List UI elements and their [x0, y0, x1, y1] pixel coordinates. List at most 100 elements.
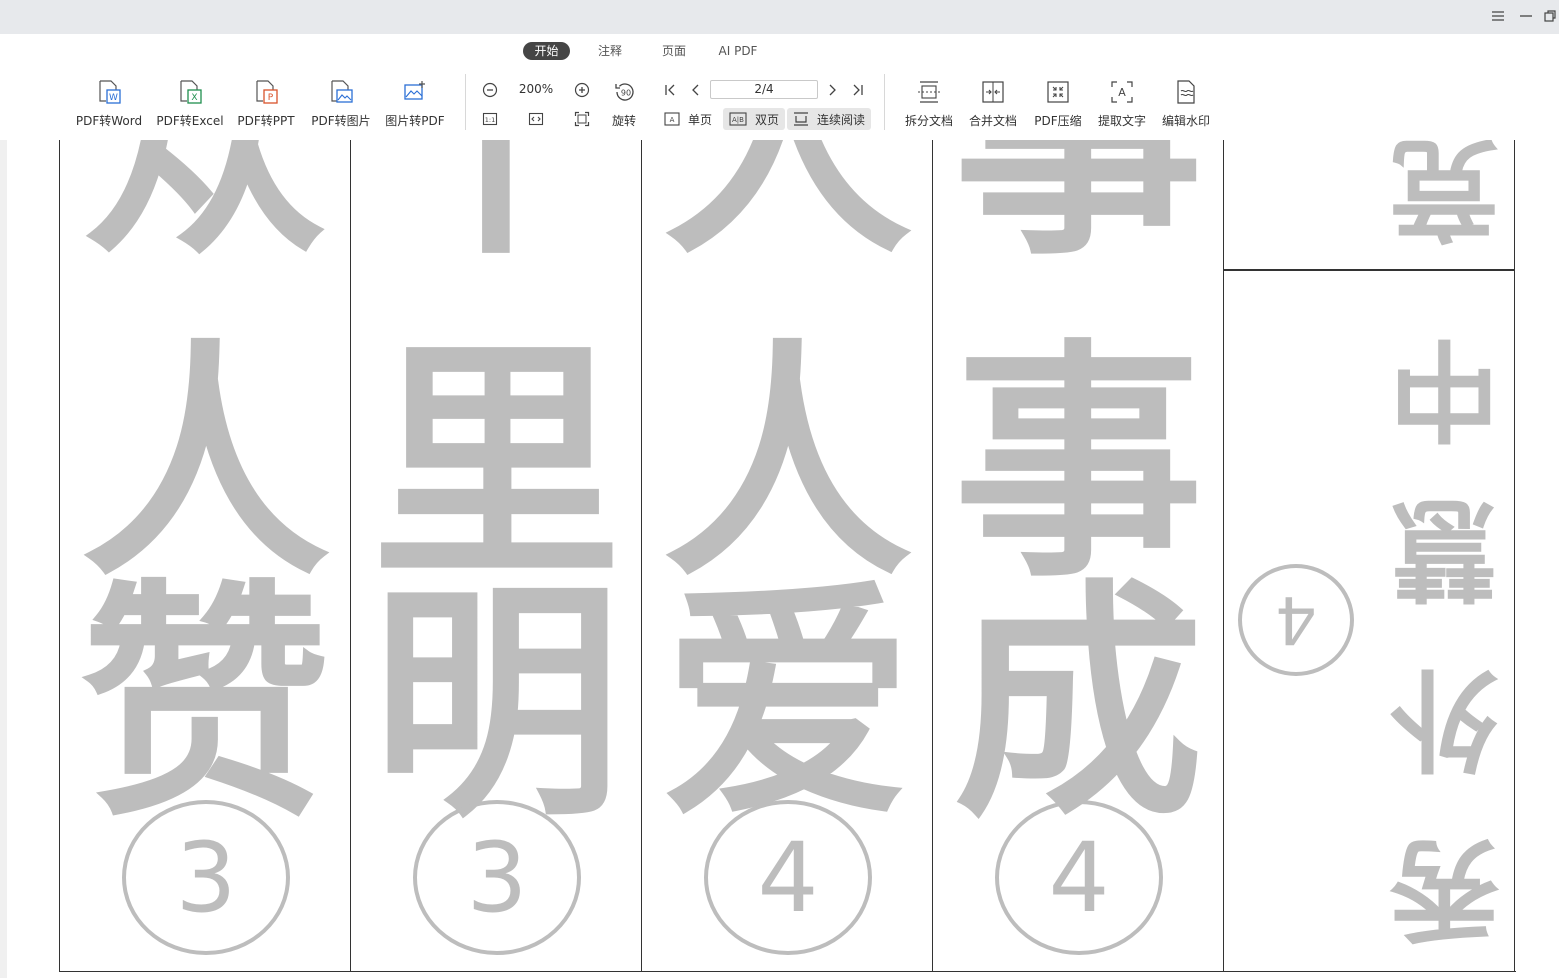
character-glyph: 中	[1389, 324, 1499, 452]
character-glyph: 爱	[662, 559, 913, 850]
character-glyph: 竞	[1389, 140, 1499, 252]
grid-column-rotated: 竞 秀 外 慧 中 4	[1224, 140, 1515, 972]
fit-page-icon[interactable]	[573, 110, 591, 128]
svg-text:1:1: 1:1	[485, 116, 495, 124]
character-glyph: 千	[371, 140, 622, 288]
pdf-to-ppt-label: PDF转PPT	[237, 114, 295, 128]
pdf-compress-icon	[1044, 78, 1072, 106]
character-glyph: 成	[953, 559, 1204, 850]
title-bar	[0, 0, 1559, 34]
zoom-level[interactable]: 200%	[510, 81, 562, 97]
rotated-glyph-top: 竞	[1384, 140, 1504, 252]
character-glyph: 明	[371, 559, 622, 850]
next-page-icon[interactable]	[824, 81, 840, 99]
menu-icon[interactable]	[1486, 5, 1510, 27]
grid-column: 事 事 成 4	[933, 140, 1224, 972]
page-number-input[interactable]: 2/4	[710, 80, 818, 99]
rotated-number-wrap: 4	[1238, 564, 1354, 676]
toolbar-separator	[884, 74, 885, 130]
split-document-button[interactable]: 拆分文档	[903, 78, 955, 130]
tab-start[interactable]: 开始	[523, 42, 570, 60]
stroke-count-badge: 4	[995, 800, 1163, 955]
tab-page[interactable]: 页面	[652, 42, 696, 60]
grid-column: 众 人 赞 3	[60, 140, 351, 972]
svg-text:A: A	[670, 116, 675, 124]
edit-watermark-icon	[1172, 78, 1200, 106]
single-page-button[interactable]: A 单页	[658, 108, 718, 130]
character-glyph: 人	[662, 319, 913, 610]
stroke-count-badge: 4	[1238, 564, 1354, 676]
pdf-to-image-button[interactable]: PDF转图片	[310, 78, 372, 130]
image-to-pdf-icon	[401, 78, 429, 106]
image-to-pdf-label: 图片转PDF	[385, 114, 445, 128]
character-glyph: 慧	[1389, 484, 1499, 612]
split-document-label: 拆分文档	[904, 114, 953, 128]
character-glyph: 赞	[80, 559, 331, 850]
restore-icon[interactable]	[1541, 5, 1559, 27]
merge-document-label: 合并文档	[968, 114, 1017, 128]
tab-annotate[interactable]: 注释	[588, 42, 632, 60]
single-page-label: 单页	[688, 112, 713, 127]
extract-text-button[interactable]: A 提取文字	[1096, 78, 1148, 130]
svg-text:X: X	[191, 93, 197, 103]
character-glyph: 事	[953, 319, 1204, 610]
character-glyph: 人	[662, 140, 913, 288]
grid-column: 千 里 明 3	[351, 140, 642, 972]
extract-text-label: 提取文字	[1097, 114, 1146, 128]
image-to-pdf-button[interactable]: 图片转PDF	[384, 78, 446, 130]
pdf-to-word-icon: W	[95, 78, 123, 106]
pdf-to-excel-button[interactable]: X PDF转Excel	[156, 78, 224, 130]
merge-document-icon	[979, 78, 1007, 106]
character-glyph: 里	[371, 319, 622, 610]
grid-column: 人 人 爱 4	[642, 140, 933, 972]
continuous-read-button[interactable]: 连续阅读	[787, 108, 872, 130]
document-viewport[interactable]: 众 人 赞 3 千 里 明 3 人 人 爱 4 事 事 成 4 竞 秀 外 慧 …	[0, 140, 1559, 978]
continuous-read-label: 连续阅读	[817, 112, 866, 127]
pdf-page: 众 人 赞 3 千 里 明 3 人 人 爱 4 事 事 成 4 竞 秀 外 慧 …	[7, 140, 1559, 978]
edit-watermark-label: 编辑水印	[1161, 114, 1210, 128]
stroke-count-badge: 3	[413, 800, 581, 955]
pdf-to-ppt-icon: P	[252, 78, 280, 106]
extract-text-icon: A	[1108, 78, 1136, 106]
ribbon-tabs: 开始 注释 页面 AI PDF	[0, 42, 1559, 60]
pdf-to-word-label: PDF转Word	[75, 114, 143, 128]
svg-text:A|B: A|B	[732, 116, 744, 124]
stroke-count-badge: 3	[122, 800, 290, 955]
character-glyph: 外	[1389, 654, 1499, 782]
stroke-count-badge: 4	[704, 800, 872, 955]
first-page-icon[interactable]	[662, 81, 678, 99]
pdf-to-ppt-button[interactable]: P PDF转PPT	[237, 78, 295, 130]
merge-document-button[interactable]: 合并文档	[967, 78, 1019, 130]
last-page-icon[interactable]	[850, 81, 866, 99]
character-glyph: 众	[80, 140, 331, 288]
rotated-phrase: 秀 外 慧 中	[1384, 308, 1504, 952]
practice-grid: 众 人 赞 3 千 里 明 3 人 人 爱 4 事 事 成 4 竞 秀 外 慧 …	[59, 140, 1516, 972]
cell-divider	[1224, 269, 1514, 271]
pdf-to-image-icon	[327, 78, 355, 106]
pdf-compress-label: PDF压缩	[1034, 114, 1082, 128]
character-glyph: 事	[953, 140, 1204, 288]
svg-text:A: A	[1118, 86, 1126, 99]
character-glyph: 人	[80, 319, 331, 610]
rotate-label[interactable]: 旋转	[612, 112, 636, 129]
zoom-out-icon[interactable]	[481, 81, 499, 99]
actual-size-icon[interactable]: 1:1	[481, 110, 499, 128]
svg-text:W: W	[109, 93, 118, 103]
double-page-icon: A|B	[729, 112, 747, 126]
zoom-in-icon[interactable]	[573, 81, 591, 99]
continuous-read-icon	[793, 111, 809, 127]
pdf-to-excel-icon: X	[176, 78, 204, 106]
svg-text:90: 90	[621, 89, 631, 98]
double-page-button[interactable]: A|B 双页	[723, 108, 786, 130]
pdf-to-word-button[interactable]: W PDF转Word	[75, 78, 143, 130]
tab-ai-pdf[interactable]: AI PDF	[712, 42, 764, 60]
minimize-icon[interactable]	[1514, 5, 1538, 27]
fit-width-icon[interactable]	[527, 110, 545, 128]
ribbon-toolbar: 开始 注释 页面 AI PDF W PDF转Word X PDF转Excel P…	[0, 34, 1559, 140]
rotate-icon[interactable]: 90	[612, 79, 638, 105]
pdf-compress-button[interactable]: PDF压缩	[1032, 78, 1084, 130]
previous-page-icon[interactable]	[688, 81, 704, 99]
edit-watermark-button[interactable]: 编辑水印	[1160, 78, 1212, 130]
svg-text:P: P	[268, 93, 274, 103]
double-page-label: 双页	[755, 112, 780, 127]
